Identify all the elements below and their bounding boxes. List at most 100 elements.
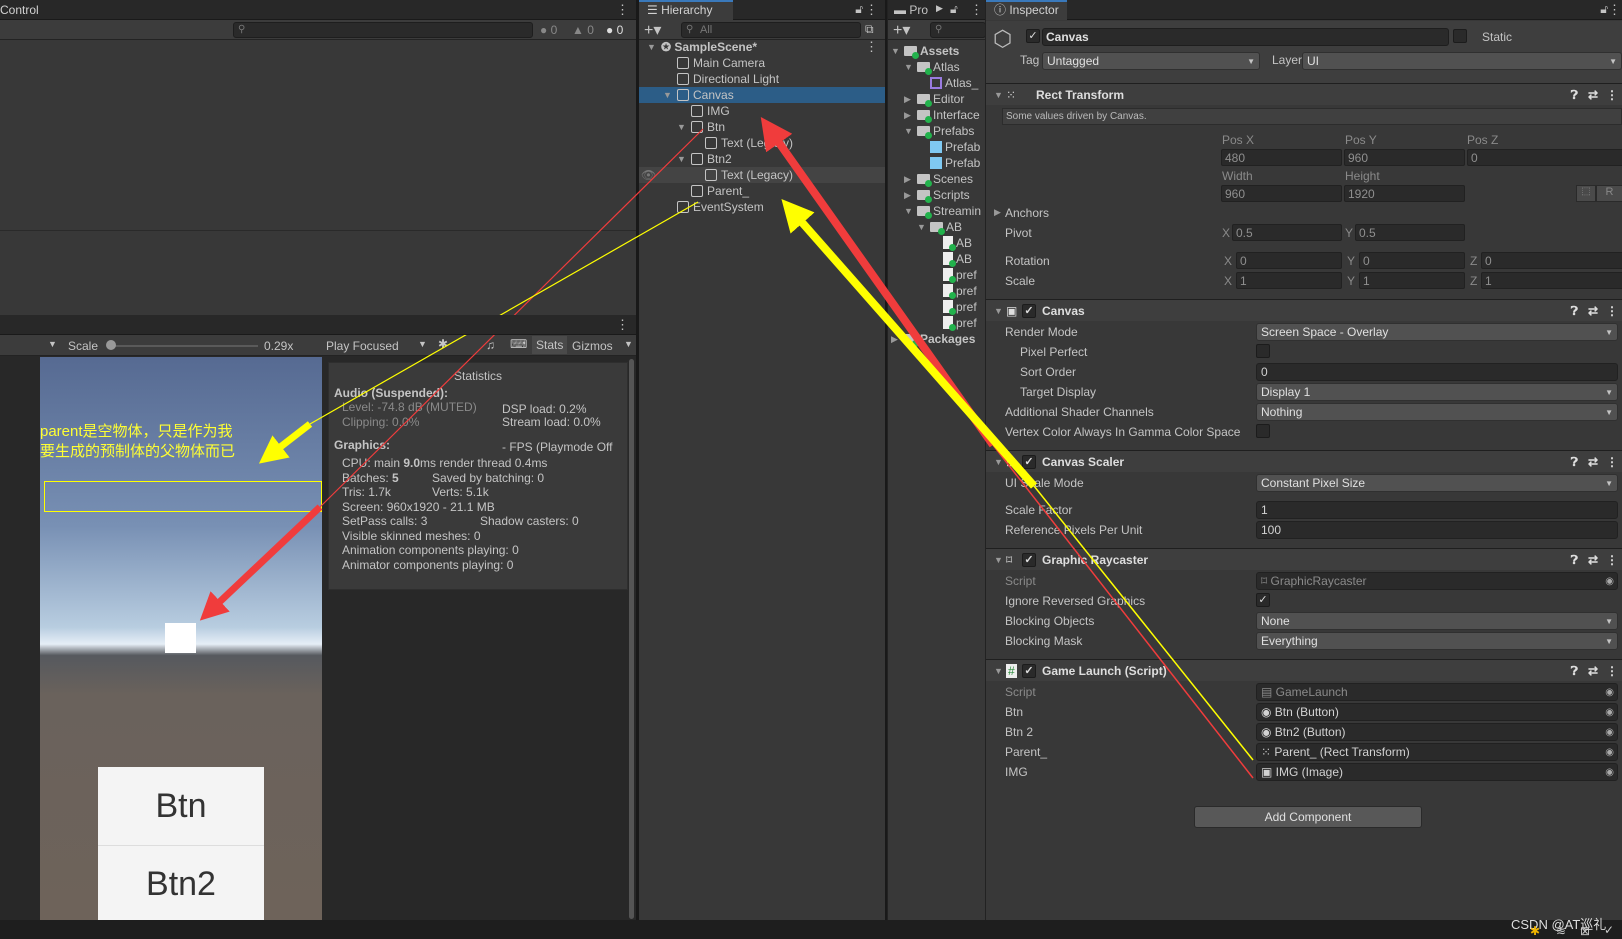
project-item[interactable]: AB (888, 235, 985, 251)
posz-field[interactable]: 0 (1467, 149, 1622, 166)
hierarchy-item[interactable]: ▼ ✪ SampleScene* ⋮ (639, 39, 885, 55)
scale-x-field[interactable]: 1 (1236, 272, 1342, 289)
chevron-down-icon[interactable]: ▼ (418, 339, 427, 349)
help-icon[interactable]: ❓︎ (1571, 660, 1578, 682)
error-count[interactable]: ● 0 (606, 23, 623, 37)
static-checkbox[interactable] (1453, 29, 1467, 43)
console-tab[interactable]: Control (0, 3, 39, 17)
hierarchy-item[interactable]: Text (Legacy) (639, 135, 885, 151)
presets-icon[interactable]: ⇄ (1588, 300, 1598, 322)
scale-slider[interactable] (110, 345, 258, 347)
project-item[interactable]: Prefab (888, 155, 985, 171)
hierarchy-item[interactable]: ▼ Btn2 (639, 151, 885, 167)
gizmos-button[interactable]: Gizmos (572, 339, 613, 353)
more-icon[interactable]: ⋮ (1608, 2, 1621, 18)
enabled-checkbox[interactable]: ✓ (1022, 664, 1036, 678)
scale-y-field[interactable]: 1 (1359, 272, 1465, 289)
property-dropdown[interactable]: None (1256, 612, 1618, 630)
help-icon[interactable]: ❓︎ (1571, 549, 1578, 571)
property-dropdown[interactable]: Screen Space - Overlay (1256, 323, 1618, 341)
foldout-icon[interactable]: ▶ (904, 171, 911, 187)
btn2-button[interactable]: Btn2 (98, 846, 264, 920)
property-dropdown[interactable]: Everything (1256, 632, 1618, 650)
foldout-icon[interactable]: ▶ (904, 91, 911, 107)
foldout-icon[interactable]: ▼ (677, 151, 686, 167)
property-dropdown[interactable]: Display 1 (1256, 383, 1618, 401)
help-icon[interactable]: ❓︎ (1571, 84, 1578, 106)
hierarchy-item[interactable]: Parent_ (639, 183, 885, 199)
blueprint-mode-button[interactable]: ⬚ (1576, 185, 1596, 202)
width-field[interactable]: 960 (1221, 185, 1342, 202)
tab-hierarchy[interactable]: ☰ Hierarchy (639, 0, 733, 20)
property-checkbox[interactable]: ✓ (1256, 593, 1270, 607)
project-search-input[interactable]: ⚲ (930, 22, 985, 38)
bug-icon[interactable]: ✱ (438, 337, 448, 351)
lock-icon[interactable]: 🔓︎ (950, 2, 958, 17)
property-checkbox[interactable] (1256, 344, 1270, 358)
hierarchy-item[interactable]: Text (Legacy) 👁︎ (639, 167, 885, 183)
property-object-field[interactable]: ◉ Btn (Button) (1256, 703, 1618, 721)
foldout-icon[interactable]: ▼ (904, 59, 913, 75)
project-item[interactable]: pref (888, 283, 985, 299)
tab-project[interactable]: ▬ Pro (894, 3, 928, 17)
network-icon[interactable]: ⊠ (1580, 924, 1590, 938)
raw-edit-button[interactable]: R (1596, 185, 1622, 202)
foldout-icon[interactable]: ▼ (891, 43, 900, 59)
posy-field[interactable]: 960 (1344, 149, 1465, 166)
project-item[interactable]: ▶ Scripts (888, 187, 985, 203)
foldout-icon[interactable]: ▶ (904, 187, 911, 203)
layer-dropdown[interactable]: UI (1302, 52, 1622, 70)
component-header[interactable]: ▼ ⊞ ✓ Canvas Scaler ❓︎ ⇄ ⋮ (986, 450, 1622, 472)
hierarchy-item[interactable]: IMG (639, 103, 885, 119)
scrollbar[interactable] (629, 359, 634, 919)
more-icon[interactable]: ⋮ (1606, 660, 1618, 682)
scene-picker-icon[interactable]: ⧉ (865, 22, 874, 37)
add-icon[interactable]: +▾ (644, 20, 661, 40)
rect-transform-header[interactable]: ▼ ⁙ Rect Transform ❓︎ ⇄ ⋮ (986, 83, 1622, 105)
foldout-icon[interactable]: ▶ (891, 331, 898, 347)
more-icon[interactable]: ⋮ (1606, 549, 1618, 571)
property-object-field[interactable]: ◉ Btn2 (Button) (1256, 723, 1618, 741)
presets-icon[interactable]: ⇄ (1588, 660, 1598, 682)
project-item[interactable]: Atlas_ (888, 75, 985, 91)
pivot-x-field[interactable]: 0.5 (1232, 224, 1342, 241)
scale-z-field[interactable]: 1 (1481, 272, 1622, 289)
project-item[interactable]: pref (888, 299, 985, 315)
foldout-icon[interactable]: ▼ (647, 39, 656, 55)
console-search-input[interactable]: ⚲ (233, 22, 533, 38)
display-dropdown-icon[interactable]: ▼ (48, 339, 57, 349)
project-item[interactable]: ▶ Scenes (888, 171, 985, 187)
debug-icon[interactable]: ✱ (1530, 924, 1540, 938)
property-field[interactable]: 0 (1256, 363, 1618, 381)
pivot-y-field[interactable]: 0.5 (1355, 224, 1465, 241)
more-icon[interactable]: ⋮ (865, 39, 878, 55)
foldout-icon[interactable]: ▼ (917, 219, 926, 235)
property-dropdown[interactable]: Constant Pixel Size (1256, 474, 1618, 492)
project-item[interactable]: ▶ Editor (888, 91, 985, 107)
hierarchy-item[interactable]: Directional Light (639, 71, 885, 87)
property-checkbox[interactable] (1256, 424, 1270, 438)
project-item[interactable]: ▼ AB (888, 219, 985, 235)
game-render[interactable]: parent是空物体，只是作为我 要生成的预制体的父物体而已 Btn Btn2 (40, 357, 322, 920)
foldout-icon[interactable]: ▼ (994, 451, 1003, 473)
hierarchy-item[interactable]: ▼ Btn (639, 119, 885, 135)
more-icon[interactable]: ⋮ (865, 2, 878, 18)
add-component-button[interactable]: Add Component (1194, 806, 1422, 828)
foldout-icon[interactable]: ▼ (994, 549, 1003, 571)
foldout-icon[interactable]: ▼ (994, 660, 1003, 682)
project-item[interactable]: Prefab (888, 139, 985, 155)
more-icon[interactable]: ⋮ (1606, 84, 1618, 106)
foldout-icon[interactable]: ▼ (994, 300, 1003, 322)
foldout-icon[interactable]: ▼ (677, 119, 686, 135)
foldout-icon[interactable]: ▼ (904, 203, 913, 219)
anchors-foldout-icon[interactable]: ▶ (994, 207, 1001, 218)
help-icon[interactable]: ❓︎ (1571, 451, 1578, 473)
mute-audio-icon[interactable]: ♫ (486, 338, 495, 352)
lock-icon[interactable]: 🔓︎ (1600, 2, 1608, 17)
active-checkbox[interactable]: ✓ (1026, 29, 1040, 43)
property-object-field[interactable]: ▣ IMG (Image) (1256, 763, 1618, 781)
hierarchy-item[interactable]: EventSystem (639, 199, 885, 215)
property-field[interactable]: 1 (1256, 501, 1618, 519)
btn-button[interactable]: Btn (98, 767, 264, 846)
stack-icon[interactable]: ≋ (1556, 924, 1566, 938)
